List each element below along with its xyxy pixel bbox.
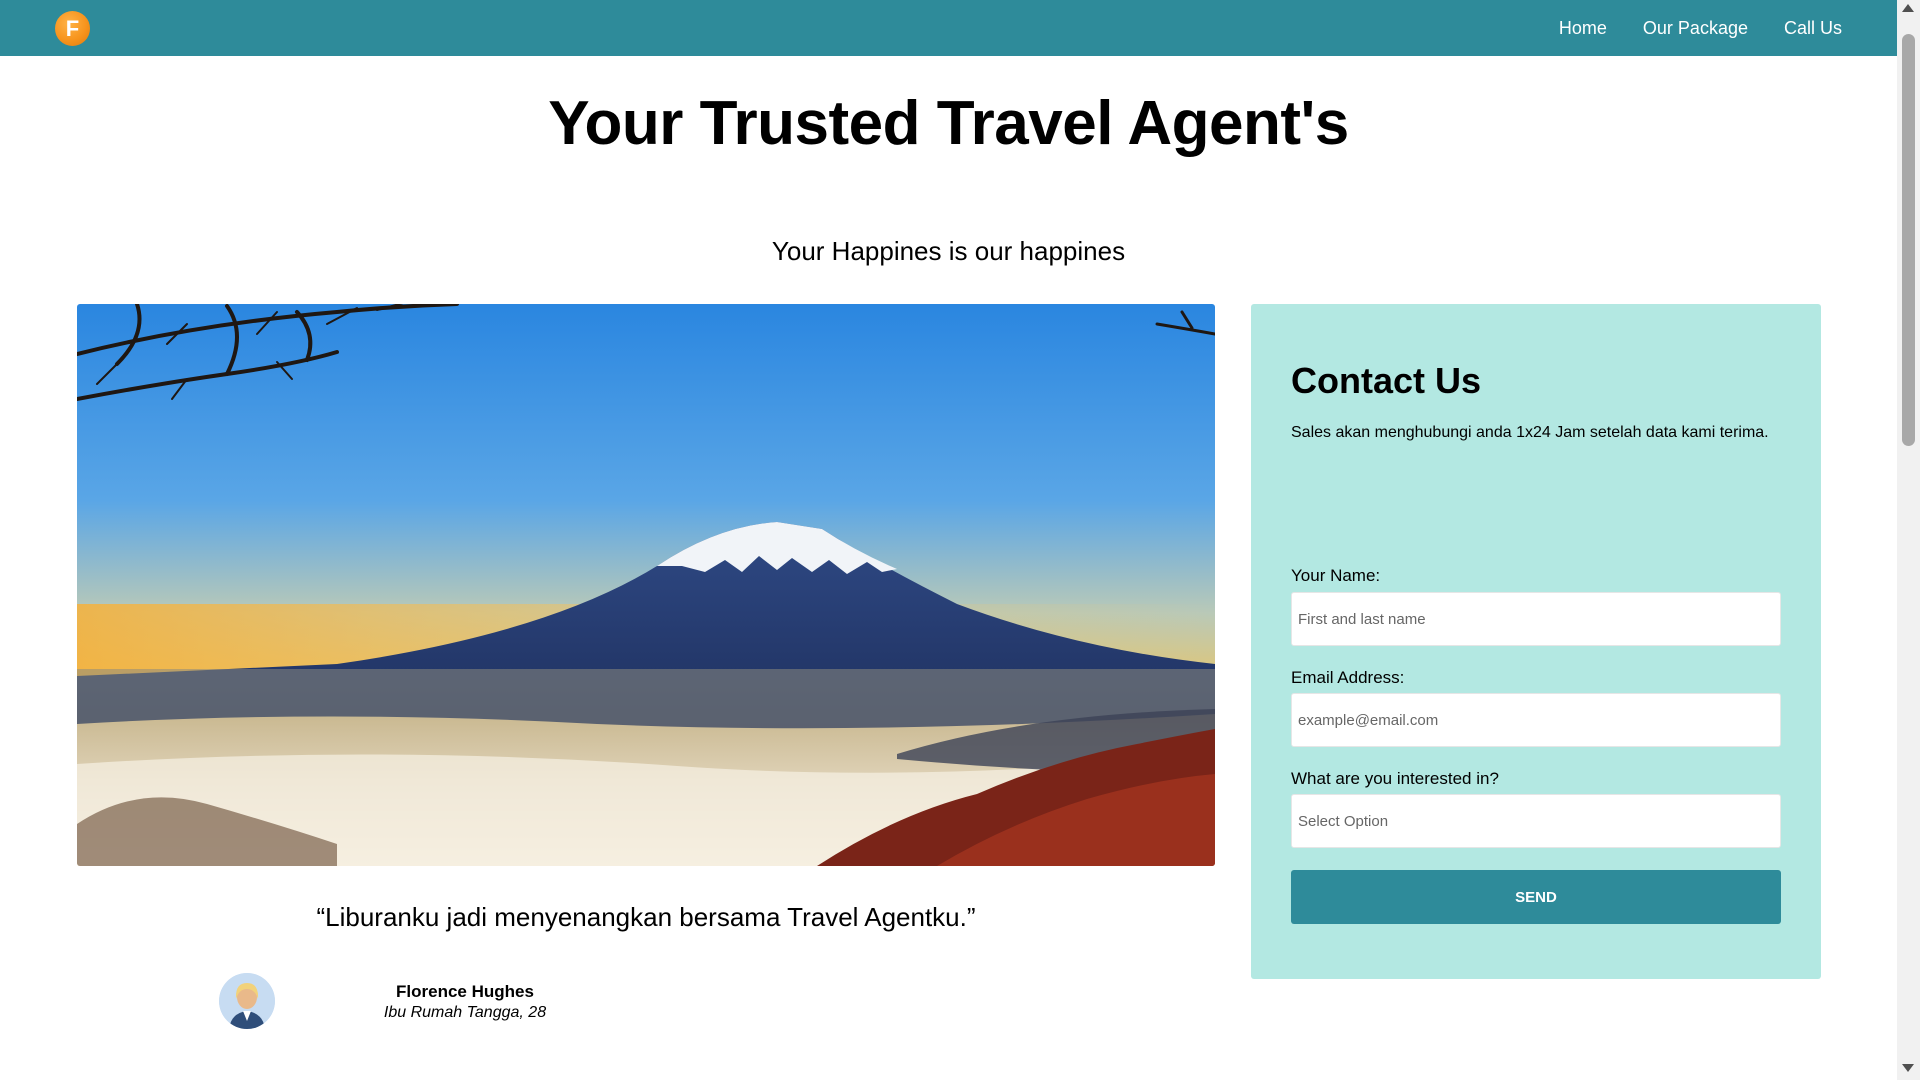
reviewer-name: Florence Hughes	[396, 982, 534, 1001]
interest-label: What are you interested in?	[1291, 769, 1499, 788]
scroll-up-arrow-icon[interactable]	[1902, 4, 1914, 12]
contact-form-card: Contact Us Sales akan menghubungi anda 1…	[1251, 304, 1821, 979]
page-subtitle: Your Happines is our happines	[771, 236, 1126, 266]
email-label: Email Address:	[1291, 668, 1405, 687]
testimonial-quote: “Liburanku jadi menyenangkan bersama Tra…	[316, 902, 976, 932]
contact-title: Contact Us	[1291, 360, 1482, 401]
contact-description: Sales akan menghubungi anda 1x24 Jam set…	[1291, 424, 1769, 441]
email-field[interactable]	[1291, 693, 1781, 747]
nav-links: Home Our Package Call Us	[1559, 0, 1842, 56]
name-field[interactable]	[1291, 592, 1781, 646]
scroll-down-arrow-icon[interactable]	[1902, 1064, 1914, 1072]
nav-link-our-package[interactable]: Our Package	[1643, 18, 1748, 39]
nav-link-home[interactable]: Home	[1559, 18, 1607, 39]
scrollbar-thumb[interactable]	[1902, 34, 1915, 446]
name-label: Your Name:	[1291, 566, 1381, 585]
navbar: F Home Our Package Call Us	[0, 0, 1897, 56]
scrollbar[interactable]	[1897, 0, 1920, 1080]
send-button[interactable]: SEND	[1291, 870, 1781, 924]
nav-link-call-us[interactable]: Call Us	[1784, 18, 1842, 39]
reviewer-role: Ibu Rumah Tangga, 28	[383, 1004, 547, 1021]
logo-letter: F	[65, 15, 80, 41]
hero-image	[77, 304, 1215, 866]
interest-select[interactable]: Select Option	[1291, 794, 1781, 848]
avatar	[219, 973, 275, 1029]
brand-logo[interactable]: F	[55, 11, 90, 46]
page: F Home Our Package Call Us Your Trusted …	[0, 0, 1897, 1080]
page-title: Your Trusted Travel Agent's	[548, 89, 1349, 158]
